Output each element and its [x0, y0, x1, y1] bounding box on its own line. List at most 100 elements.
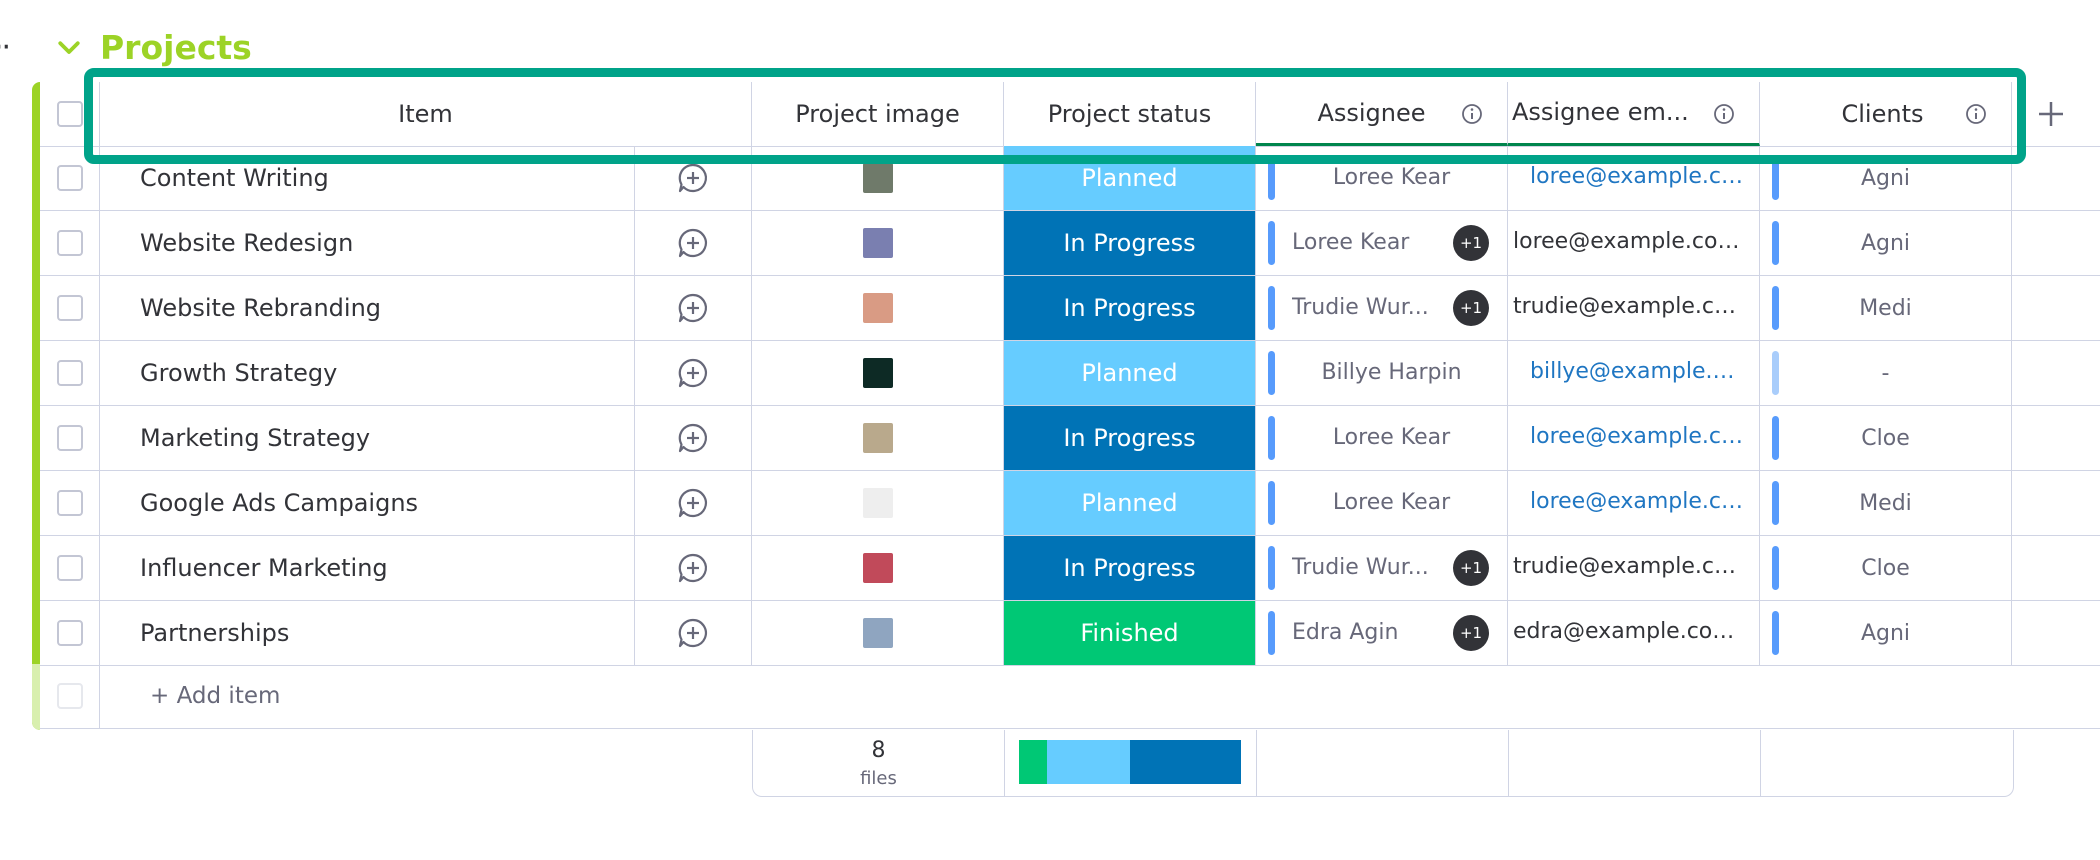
- project-image-cell[interactable]: [752, 471, 1004, 535]
- extra-people-badge[interactable]: +1: [1453, 615, 1489, 651]
- item-name-cell[interactable]: Growth Strategy: [100, 341, 634, 405]
- add-update-icon[interactable]: [677, 487, 709, 519]
- assignee-cell[interactable]: Trudie Wur... +1: [1256, 276, 1508, 340]
- item-name-cell[interactable]: Website Rebranding: [100, 276, 634, 340]
- row-checkbox-cell: [40, 406, 100, 470]
- info-icon[interactable]: [1965, 103, 1987, 125]
- item-name-cell[interactable]: Website Redesign: [100, 211, 634, 275]
- status-cell[interactable]: Finished: [1004, 601, 1256, 665]
- status-cell[interactable]: Planned: [1004, 146, 1256, 210]
- select-all-checkbox[interactable]: [56, 101, 83, 127]
- column-header-image[interactable]: Project image: [752, 82, 1004, 146]
- project-image-cell[interactable]: [752, 146, 1004, 210]
- project-thumbnail[interactable]: [862, 488, 893, 518]
- assignee-cell[interactable]: Edra Agin +1: [1256, 601, 1508, 665]
- clients-cell[interactable]: Medi: [1760, 471, 2012, 535]
- add-update-icon[interactable]: [677, 162, 709, 194]
- clients-cell[interactable]: Medi: [1760, 276, 2012, 340]
- email-cell[interactable]: loree@example.co...: [1508, 471, 1760, 535]
- chevron-down-icon[interactable]: [54, 32, 84, 62]
- assignee-cell[interactable]: Loree Kear: [1256, 471, 1508, 535]
- project-image-cell[interactable]: [752, 341, 1004, 405]
- add-update-icon[interactable]: [677, 422, 709, 454]
- email-cell[interactable]: loree@example.co...: [1508, 146, 1760, 210]
- assignee-cell[interactable]: Billye Harpin: [1256, 341, 1508, 405]
- info-icon[interactable]: [1713, 103, 1735, 125]
- add-update-icon[interactable]: [677, 227, 709, 259]
- email-cell[interactable]: trudie@example.com...: [1508, 276, 1760, 340]
- column-header-email[interactable]: Assignee em...: [1508, 82, 1760, 146]
- status-cell[interactable]: Planned: [1004, 471, 1256, 535]
- clients-cell[interactable]: Agni: [1760, 146, 2012, 210]
- add-update-icon[interactable]: [677, 292, 709, 324]
- assignee-email[interactable]: loree@example.co...: [1530, 164, 1745, 189]
- more-dots-icon[interactable]: ··: [0, 30, 11, 65]
- project-thumbnail[interactable]: [862, 358, 893, 388]
- column-header-status[interactable]: Project status: [1004, 82, 1256, 146]
- email-cell[interactable]: loree@example.co...: [1508, 406, 1760, 470]
- status-cell[interactable]: Planned: [1004, 341, 1256, 405]
- info-icon[interactable]: [1461, 103, 1483, 125]
- row-checkbox[interactable]: [56, 490, 83, 516]
- add-item-input[interactable]: + Add item: [100, 664, 1100, 728]
- add-update-icon[interactable]: [677, 617, 709, 649]
- project-thumbnail[interactable]: [862, 423, 893, 453]
- column-header-clients[interactable]: Clients: [1760, 82, 2012, 146]
- project-thumbnail[interactable]: [862, 618, 893, 648]
- email-cell[interactable]: loree@example.com, ...: [1508, 211, 1760, 275]
- assignee-email[interactable]: loree@example.co...: [1530, 424, 1745, 449]
- group-title[interactable]: Projects: [100, 28, 252, 67]
- item-name-cell[interactable]: Influencer Marketing: [100, 536, 634, 600]
- project-thumbnail[interactable]: [862, 293, 893, 323]
- email-cell[interactable]: edra@example.com, r...: [1508, 601, 1760, 665]
- item-name-cell[interactable]: Marketing Strategy: [100, 406, 634, 470]
- column-header-assignee[interactable]: Assignee: [1256, 82, 1508, 146]
- column-header-item[interactable]: Item: [100, 82, 752, 146]
- assignee-cell[interactable]: Trudie Wur... +1: [1256, 536, 1508, 600]
- clients-cell[interactable]: Cloe: [1760, 406, 2012, 470]
- status-distribution-bar[interactable]: [1019, 740, 1241, 784]
- email-cell[interactable]: trudie@example.com...: [1508, 536, 1760, 600]
- assignee-cell[interactable]: Loree Kear: [1256, 406, 1508, 470]
- status-cell[interactable]: In Progress: [1004, 536, 1256, 600]
- add-update-icon[interactable]: [677, 357, 709, 389]
- extra-people-badge[interactable]: +1: [1453, 550, 1489, 586]
- clients-cell[interactable]: Cloe: [1760, 536, 2012, 600]
- status-cell[interactable]: In Progress: [1004, 211, 1256, 275]
- extra-people-badge[interactable]: +1: [1453, 290, 1489, 326]
- assignee-cell[interactable]: Loree Kear: [1256, 146, 1508, 210]
- assignee-cell[interactable]: Loree Kear +1: [1256, 211, 1508, 275]
- status-segment: [1019, 740, 1047, 784]
- project-thumbnail[interactable]: [862, 228, 893, 258]
- column-title-image: Project image: [795, 100, 960, 128]
- item-name-cell[interactable]: Partnerships: [100, 601, 634, 665]
- project-image-cell[interactable]: [752, 276, 1004, 340]
- project-image-cell[interactable]: [752, 536, 1004, 600]
- project-image-cell[interactable]: [752, 211, 1004, 275]
- assignee-email[interactable]: billye@example.co...: [1530, 359, 1745, 384]
- row-checkbox[interactable]: [56, 620, 83, 646]
- project-image-cell[interactable]: [752, 601, 1004, 665]
- row-checkbox[interactable]: [56, 230, 83, 256]
- project-thumbnail[interactable]: [862, 553, 893, 583]
- row-checkbox[interactable]: [56, 425, 83, 451]
- row-checkbox[interactable]: [56, 360, 83, 386]
- extra-people-badge[interactable]: +1: [1453, 225, 1489, 261]
- email-cell[interactable]: billye@example.co...: [1508, 341, 1760, 405]
- status-cell[interactable]: In Progress: [1004, 276, 1256, 340]
- clients-cell[interactable]: -: [1760, 341, 2012, 405]
- project-image-cell[interactable]: [752, 406, 1004, 470]
- row-checkbox-cell: [40, 276, 100, 340]
- clients-cell[interactable]: Agni: [1760, 211, 2012, 275]
- row-checkbox[interactable]: [56, 555, 83, 581]
- status-cell[interactable]: In Progress: [1004, 406, 1256, 470]
- clients-cell[interactable]: Agni: [1760, 601, 2012, 665]
- item-name-cell[interactable]: Content Writing: [100, 146, 634, 210]
- project-thumbnail[interactable]: [862, 163, 893, 193]
- add-update-icon[interactable]: [677, 552, 709, 584]
- item-name-cell[interactable]: Google Ads Campaigns: [100, 471, 634, 535]
- row-checkbox[interactable]: [56, 295, 83, 321]
- plus-icon[interactable]: [2034, 97, 2068, 131]
- assignee-email[interactable]: loree@example.co...: [1530, 489, 1745, 514]
- row-checkbox[interactable]: [56, 165, 83, 191]
